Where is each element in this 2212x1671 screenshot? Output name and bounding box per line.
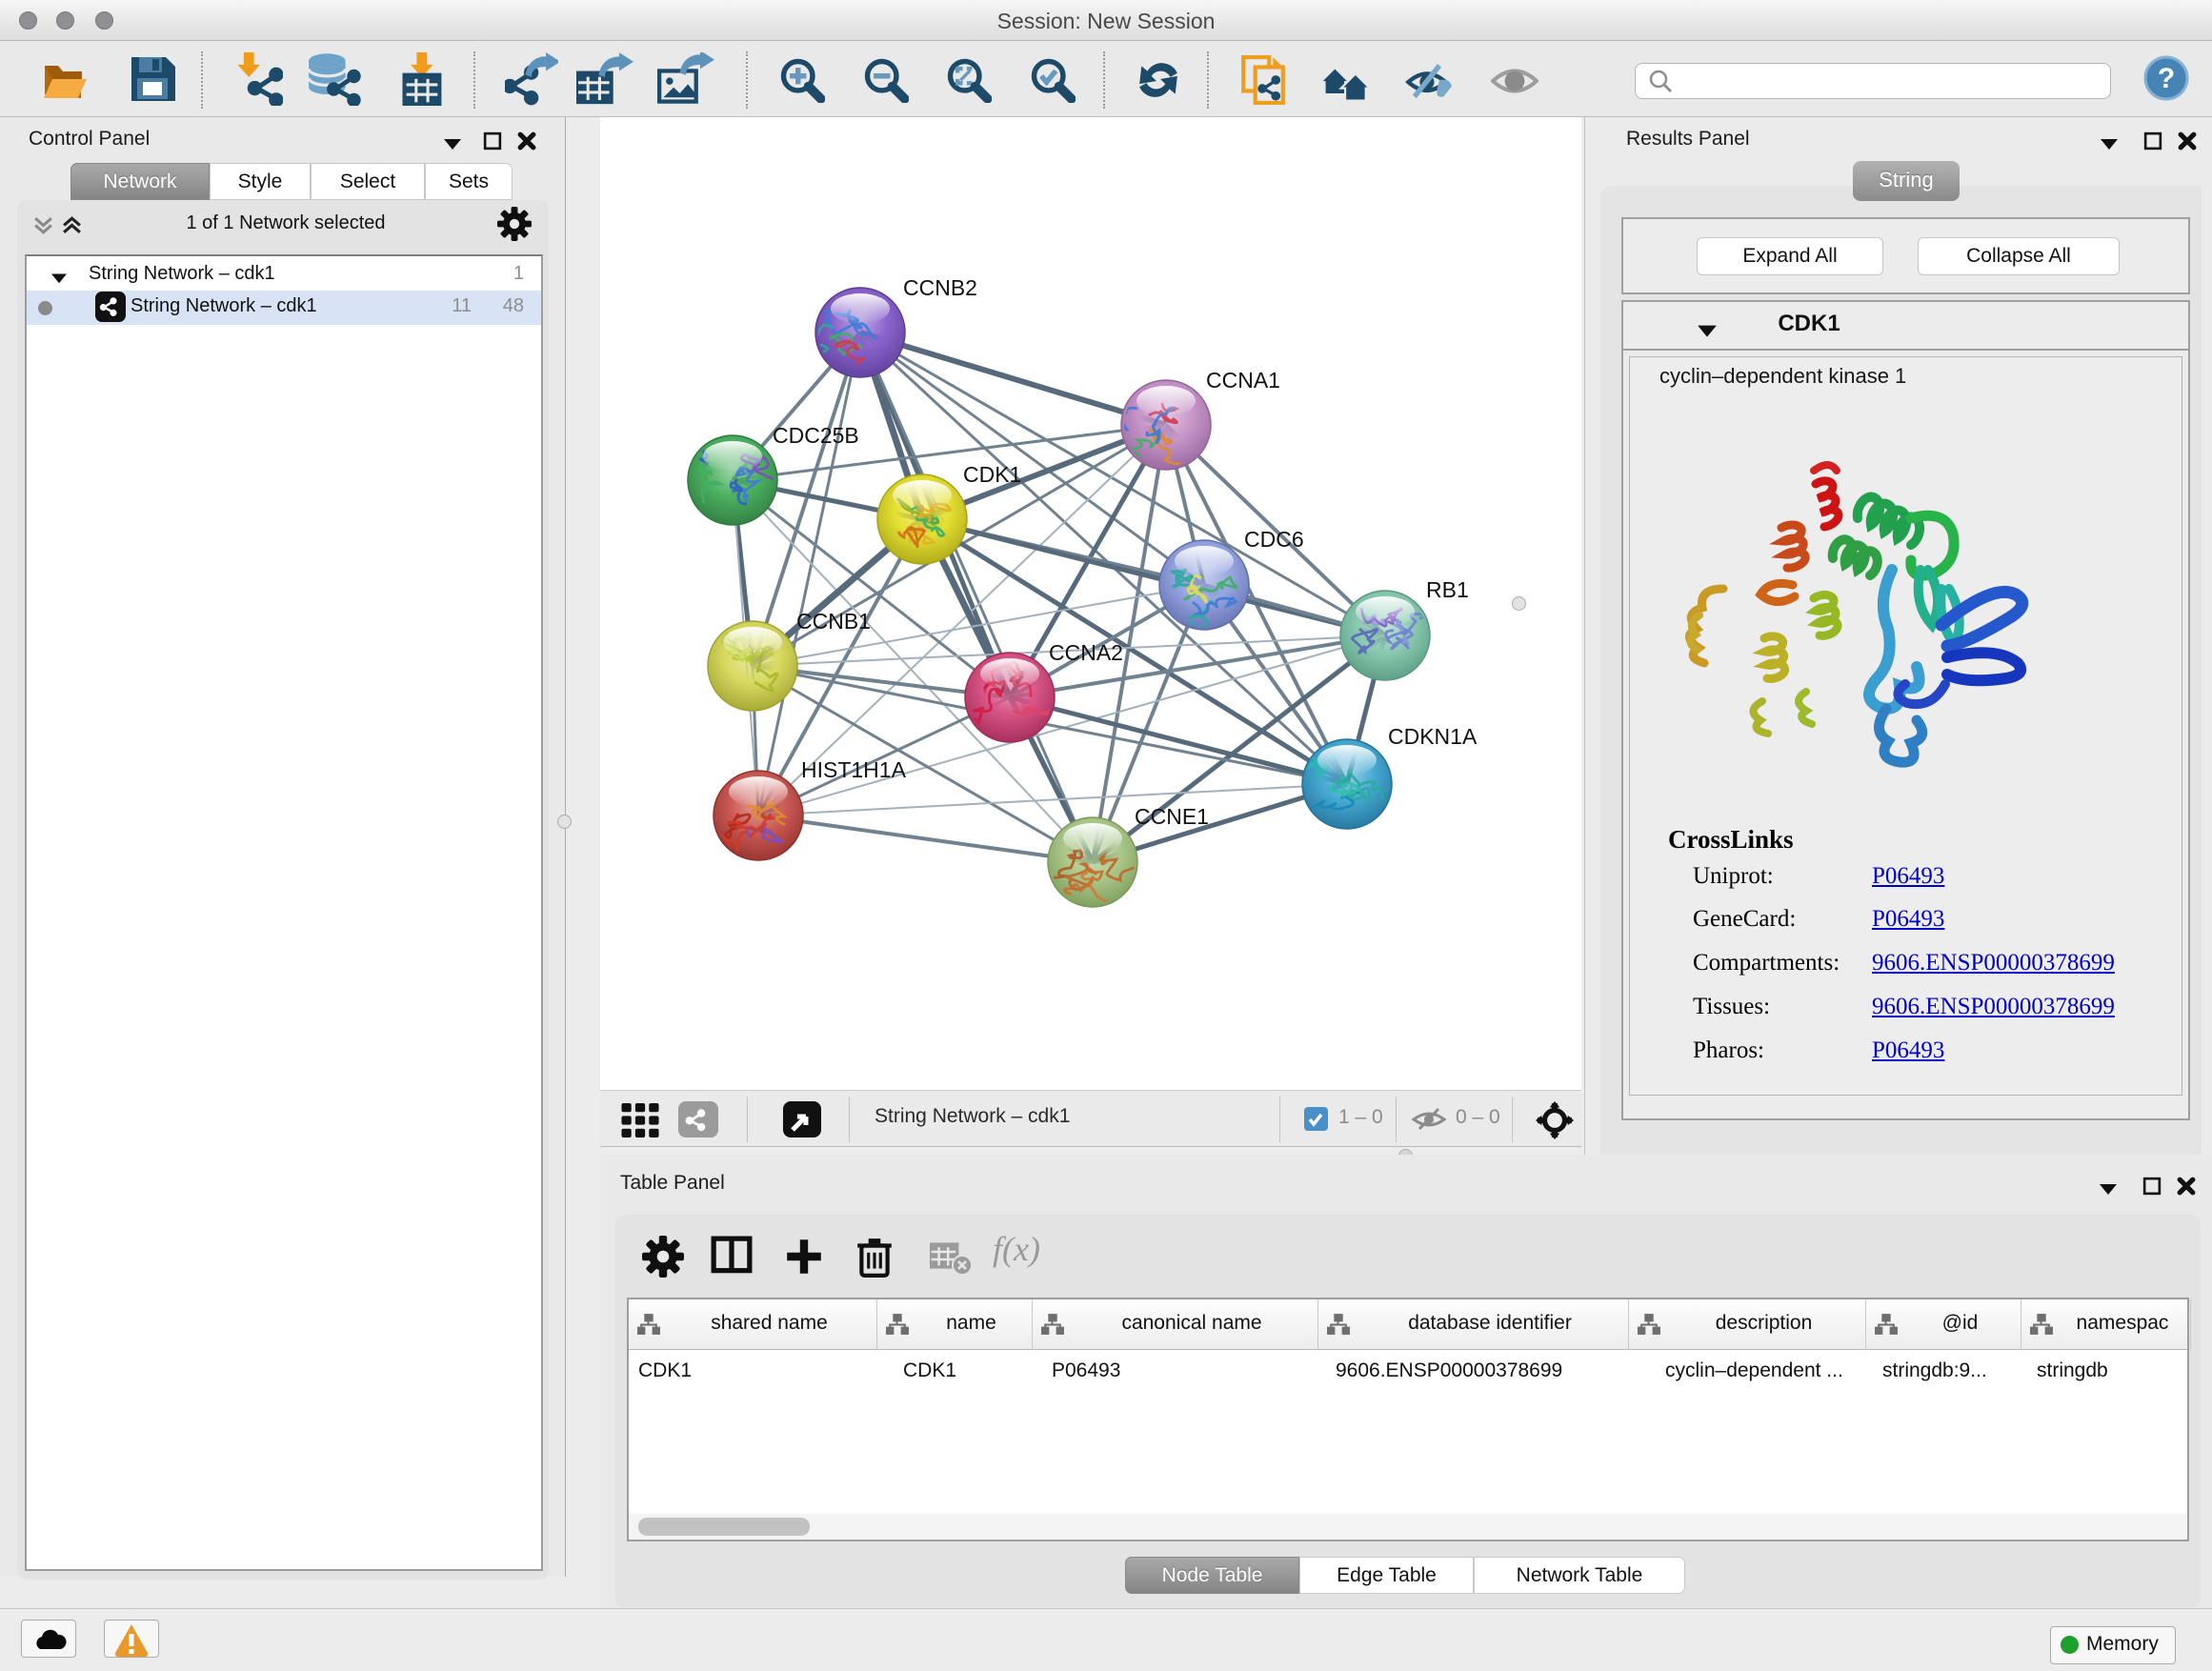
svg-text:CCNB1: CCNB1 xyxy=(796,609,871,634)
svg-text:CDC6: CDC6 xyxy=(1244,527,1304,552)
svg-text:CCNB2: CCNB2 xyxy=(903,275,977,300)
svg-text:RB1: RB1 xyxy=(1426,577,1469,602)
svg-text:CDC25B: CDC25B xyxy=(773,423,859,448)
svg-text:HIST1H1A: HIST1H1A xyxy=(801,757,907,782)
svg-text:?: ? xyxy=(2158,63,2175,94)
svg-text:CCNA2: CCNA2 xyxy=(1049,640,1123,665)
svg-text:CCNE1: CCNE1 xyxy=(1135,804,1209,829)
svg-text:CDKN1A: CDKN1A xyxy=(1388,724,1478,749)
svg-text:CDK1: CDK1 xyxy=(963,462,1021,487)
svg-text:CCNA1: CCNA1 xyxy=(1206,368,1280,393)
